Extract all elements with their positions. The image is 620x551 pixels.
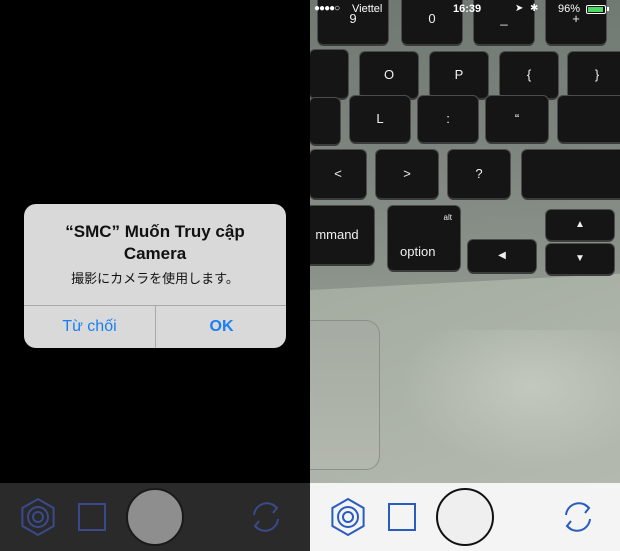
ok-button[interactable]: OK xyxy=(156,306,286,348)
key-arrow-down-label: ▼ xyxy=(575,253,585,264)
switch-camera-icon[interactable] xyxy=(558,497,598,537)
key-p-label: P xyxy=(454,67,464,82)
key-option-label: option xyxy=(400,244,436,259)
key-colon: : xyxy=(418,96,478,142)
key-return xyxy=(558,96,620,142)
key-arrow-left-label: ◀ xyxy=(498,250,506,261)
key-shift xyxy=(522,150,620,198)
bluetooth-icon: ✱ xyxy=(530,3,539,14)
key-option-alt-label: alt xyxy=(443,213,452,222)
palm-rest xyxy=(400,330,620,470)
key-option: alt option xyxy=(388,206,460,270)
battery-icon xyxy=(586,5,606,14)
key-i-edge xyxy=(310,50,348,98)
left-screen: “SMC” Muốn Truy cập Camera 撮影にカメラを使用します。… xyxy=(0,0,310,551)
shutter-button[interactable] xyxy=(436,488,494,546)
key-arrow-up: ▲ xyxy=(546,210,614,240)
battery-percent: 96% xyxy=(558,3,581,15)
alert-title: “SMC” Muốn Truy cập Camera xyxy=(65,222,245,263)
signal-icon: ●●●●○ xyxy=(314,3,340,14)
key-p: P xyxy=(430,52,488,98)
key-arrow-up-label: ▲ xyxy=(575,219,585,230)
settings-icon[interactable] xyxy=(328,497,368,537)
camera-toolbar-active xyxy=(310,483,620,551)
key-arrow-left: ◀ xyxy=(468,240,536,272)
battery-tip xyxy=(607,7,609,11)
key-brace-open: { xyxy=(500,52,558,98)
key-lt: < xyxy=(310,150,366,198)
carrier-name: Viettel xyxy=(352,3,383,15)
camera-permission-alert: “SMC” Muốn Truy cập Camera 撮影にカメラを使用します。… xyxy=(24,204,286,348)
key-l-label: L xyxy=(376,111,384,126)
key-command-label: mmand xyxy=(315,227,359,242)
trackpad xyxy=(310,320,380,470)
key-l: L xyxy=(350,96,410,142)
deny-button[interactable]: Từ chối xyxy=(24,306,155,348)
key-gt: > xyxy=(376,150,438,198)
key-quote-label: “ xyxy=(514,111,520,126)
key-question-label: ? xyxy=(475,166,483,181)
key-arrow-down: ▼ xyxy=(546,244,614,274)
key-o: O xyxy=(360,52,418,98)
key-brace-close-label: } xyxy=(594,67,600,82)
key-lt-label: < xyxy=(334,166,342,181)
key-k-edge xyxy=(310,98,340,144)
camera-preview: 9 0 _ + O P { } L : “ < > ? mmand alt op… xyxy=(310,0,620,551)
key-quote: “ xyxy=(486,96,548,142)
camera-toolbar xyxy=(0,483,310,551)
key-brace-open-label: { xyxy=(526,67,532,82)
key-brace-close: } xyxy=(568,52,620,98)
gallery-square-icon[interactable] xyxy=(72,497,112,537)
status-time: 16:39 xyxy=(453,3,482,15)
key-gt-label: > xyxy=(403,166,411,181)
alert-message: 撮影にカメラを使用します。 xyxy=(71,271,239,286)
location-icon: ➤ xyxy=(515,3,524,14)
key-o-label: O xyxy=(383,67,395,82)
key-question: ? xyxy=(448,150,510,198)
status-bar: ●●●●○ Viettel 16:39 ➤ ✱ 96% xyxy=(310,0,620,18)
key-colon-label: : xyxy=(446,111,450,126)
shutter-button[interactable] xyxy=(126,488,184,546)
gallery-square-icon[interactable] xyxy=(382,497,422,537)
settings-icon[interactable] xyxy=(18,497,58,537)
key-command: mmand xyxy=(310,206,374,264)
switch-camera-icon[interactable] xyxy=(246,497,286,537)
